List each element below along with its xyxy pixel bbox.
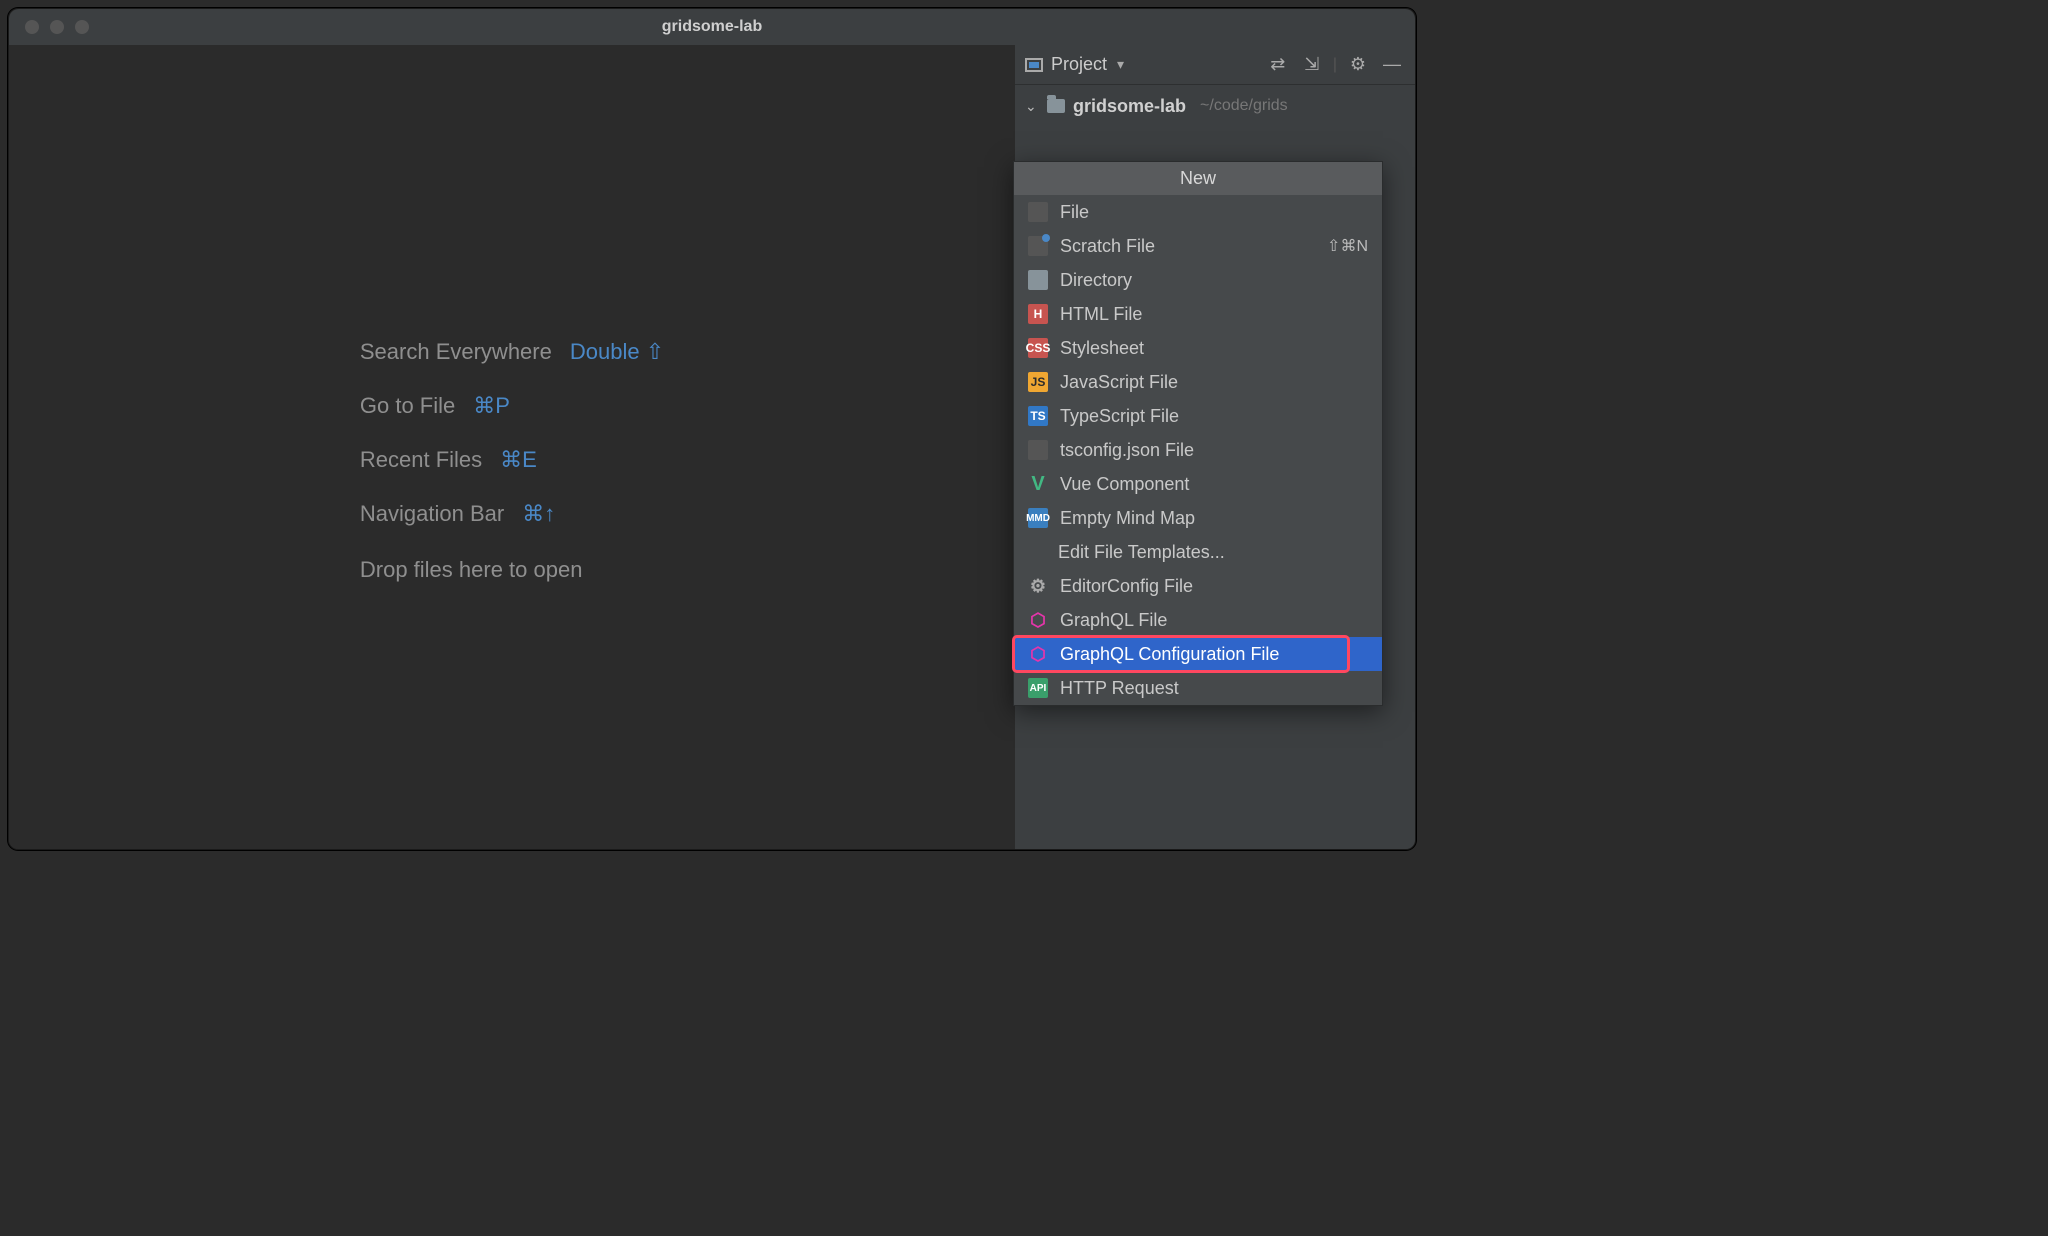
menu-item-label: EditorConfig File — [1060, 576, 1193, 597]
hint-label: Search Everywhere — [360, 339, 552, 365]
menu-item-label: File — [1060, 202, 1089, 223]
select-opened-file-icon[interactable]: ⇄ — [1265, 52, 1291, 78]
menu-item-label: tsconfig.json File — [1060, 440, 1194, 461]
project-view-icon — [1025, 58, 1043, 72]
tscfg-icon — [1028, 440, 1048, 460]
js-icon: JS — [1028, 372, 1048, 392]
menu-item-ts[interactable]: TS TypeScript File — [1014, 399, 1382, 433]
context-menu-header: New — [1014, 162, 1382, 195]
gql-icon: ⬡ — [1028, 644, 1048, 664]
dir-icon — [1028, 270, 1048, 290]
scratch-icon — [1028, 236, 1048, 256]
window-title: gridsome-lab — [9, 18, 1415, 36]
tree-root-name: gridsome-lab — [1073, 96, 1186, 117]
menu-item-shortcut: ⇧⌘N — [1327, 236, 1368, 256]
menu-item-tsconfig[interactable]: tsconfig.json File — [1014, 433, 1382, 467]
menu-item-label: Stylesheet — [1060, 338, 1144, 359]
menu-item-editorconfig[interactable]: ⚙ EditorConfig File — [1014, 569, 1382, 603]
menu-item-directory[interactable]: Directory — [1014, 263, 1382, 297]
collapse-all-icon[interactable]: ⇲ — [1299, 52, 1325, 78]
tree-root-path: ~/code/grids — [1200, 97, 1288, 115]
titlebar: gridsome-lab — [9, 9, 1415, 45]
ts-icon: TS — [1028, 406, 1048, 426]
chevron-down-icon[interactable]: ⌄ — [1025, 98, 1039, 115]
window-body: Search Everywhere Double ⇧ Go to File ⌘P… — [9, 45, 1415, 849]
menu-item-http[interactable]: API HTTP Request — [1014, 671, 1382, 705]
menu-item-mindmap[interactable]: MMD Empty Mind Map — [1014, 501, 1382, 535]
tree-root-row[interactable]: ⌄ gridsome-lab ~/code/grids — [1025, 91, 1415, 121]
menu-item-css[interactable]: CSS Stylesheet — [1014, 331, 1382, 365]
api-icon: API — [1028, 678, 1048, 698]
hint-navigation-bar: Navigation Bar ⌘↑ — [360, 501, 664, 527]
mmd-icon: MMD — [1028, 508, 1048, 528]
hint-search-everywhere: Search Everywhere Double ⇧ — [360, 339, 664, 365]
hint-shortcut: Double ⇧ — [570, 339, 664, 365]
menu-item-label: Scratch File — [1060, 236, 1155, 257]
menu-item-label: HTML File — [1060, 304, 1142, 325]
hide-toolwindow-icon[interactable]: — — [1379, 52, 1405, 78]
settings-gear-icon[interactable]: ⚙ — [1345, 52, 1371, 78]
hint-shortcut: ⌘E — [500, 447, 537, 473]
menu-item-label: TypeScript File — [1060, 406, 1179, 427]
menu-item-label: GraphQL Configuration File — [1060, 644, 1279, 665]
hint-recent-files: Recent Files ⌘E — [360, 447, 664, 473]
menu-item-label: GraphQL File — [1060, 610, 1167, 631]
menu-item-js[interactable]: JS JavaScript File — [1014, 365, 1382, 399]
hint-drop-files: Drop files here to open — [360, 557, 664, 583]
editor-hints: Search Everywhere Double ⇧ Go to File ⌘P… — [360, 311, 664, 583]
folder-icon — [1047, 99, 1065, 113]
html-icon: H — [1028, 304, 1048, 324]
menu-item-label: HTTP Request — [1060, 678, 1179, 699]
menu-item-label: Vue Component — [1060, 474, 1189, 495]
hint-label: Navigation Bar — [360, 501, 504, 527]
menu-item-vue[interactable]: V Vue Component — [1014, 467, 1382, 501]
gear-icon: ⚙ — [1028, 576, 1048, 596]
hint-goto-file: Go to File ⌘P — [360, 393, 664, 419]
menu-item-templates[interactable]: Edit File Templates... — [1014, 535, 1382, 569]
editor-empty-state: Search Everywhere Double ⇧ Go to File ⌘P… — [9, 45, 1015, 849]
hint-shortcut: ⌘P — [473, 393, 510, 419]
chevron-down-icon[interactable]: ▾ — [1117, 56, 1124, 73]
menu-item-label: Empty Mind Map — [1060, 508, 1195, 529]
menu-item-label: Directory — [1060, 270, 1132, 291]
menu-item-graphql[interactable]: ⬡ GraphQL File — [1014, 603, 1382, 637]
new-context-menu: New File Scratch File ⇧⌘N Directory H HTML Fi… — [1013, 161, 1383, 706]
project-tree[interactable]: ⌄ gridsome-lab ~/code/grids — [1015, 85, 1415, 121]
menu-item-html[interactable]: H HTML File — [1014, 297, 1382, 331]
menu-item-file[interactable]: File — [1014, 195, 1382, 229]
menu-item-graphqlcfg[interactable]: ⬡ GraphQL Configuration File — [1014, 637, 1382, 671]
ide-window: gridsome-lab Search Everywhere Double ⇧ … — [8, 8, 1416, 850]
css-icon: CSS — [1028, 338, 1048, 358]
menu-item-label: JavaScript File — [1060, 372, 1178, 393]
hint-shortcut: ⌘↑ — [522, 501, 555, 527]
vue-icon: V — [1028, 474, 1048, 494]
hint-label: Go to File — [360, 393, 455, 419]
toolwindow-title[interactable]: Project — [1051, 54, 1107, 75]
toolwindow-header: Project ▾ ⇄ ⇲ | ⚙ — — [1015, 45, 1415, 85]
gql-icon: ⬡ — [1028, 610, 1048, 630]
menu-item-scratch[interactable]: Scratch File ⇧⌘N — [1014, 229, 1382, 263]
hint-label: Recent Files — [360, 447, 482, 473]
menu-item-label: Edit File Templates... — [1058, 542, 1225, 563]
file-icon — [1028, 202, 1048, 222]
